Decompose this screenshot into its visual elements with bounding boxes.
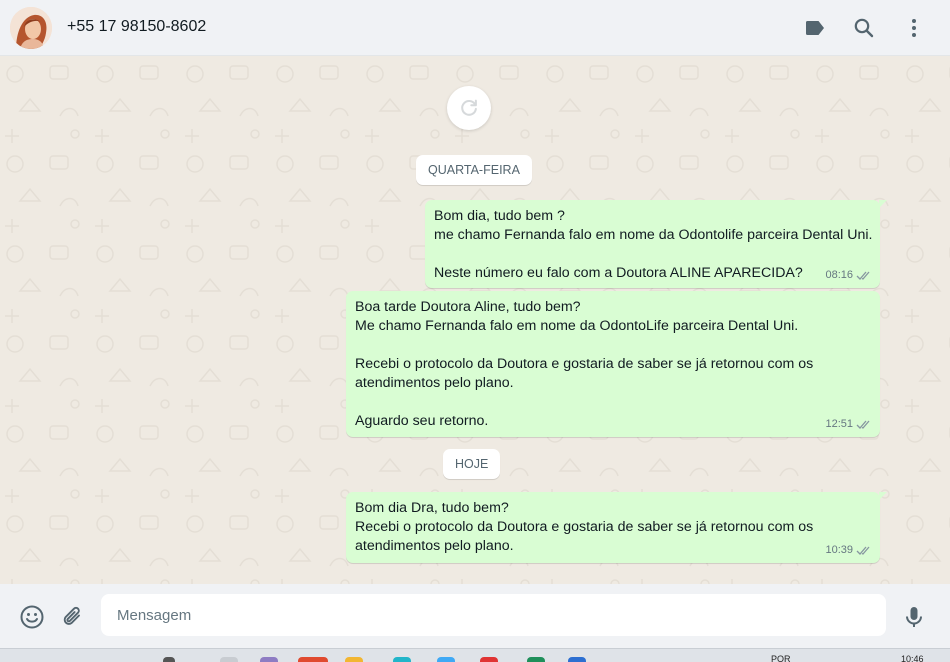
contact-name[interactable]: +55 17 98150-8602	[67, 18, 206, 36]
keyboard-language[interactable]: POR	[771, 654, 791, 662]
message-list[interactable]: QUARTA-FEIRA Bom dia, tudo bem ? me cham…	[0, 56, 950, 584]
message-text-line: me chamo Fernanda falo em nome da Odonto…	[434, 227, 873, 243]
message-time: 12:51	[825, 418, 853, 430]
outgoing-message[interactable]: Boa tarde Doutora Aline, tudo bem? Me ch…	[346, 291, 880, 437]
message-text-line: Bom dia, tudo bem ?	[434, 208, 565, 224]
message-time: 10:39	[825, 544, 853, 556]
message-text-line: Me chamo Fernanda falo em nome da Odonto…	[355, 318, 799, 334]
compose-bar	[0, 584, 950, 648]
message-text-line: Neste número eu falo com a Doutora ALINE…	[434, 265, 803, 281]
taskbar-app-icon[interactable]	[568, 657, 586, 662]
message-text-line	[355, 393, 871, 412]
taskbar-app-icon[interactable]	[260, 657, 278, 662]
double-check-icon	[856, 420, 870, 429]
outgoing-message[interactable]: Bom dia Dra, tudo bem? Recebi o protocol…	[346, 492, 887, 563]
load-older-messages-button[interactable]	[447, 86, 491, 130]
message-meta: 10:39	[825, 541, 872, 560]
taskbar-app-icon[interactable]	[393, 657, 411, 662]
date-separator: HOJE	[443, 449, 501, 479]
taskbar-folder-icon[interactable]	[345, 657, 363, 662]
message-text-line: Boa tarde Doutora Aline, tudo bem?	[355, 299, 581, 315]
taskbar-app-icon[interactable]	[298, 657, 328, 662]
taskbar-clock[interactable]: 10:46	[901, 654, 924, 662]
taskbar-app-icon[interactable]	[527, 657, 545, 662]
taskbar-app-icon[interactable]	[220, 657, 238, 662]
message-text-line	[434, 245, 871, 264]
message-text-line: Aguardo seu retorno.	[355, 413, 489, 429]
double-check-icon	[856, 271, 870, 280]
taskbar-search-icon[interactable]	[163, 657, 175, 662]
double-check-icon	[856, 546, 870, 555]
os-taskbar: POR 10:46	[0, 648, 950, 662]
label-icon[interactable]	[803, 16, 827, 40]
message-meta: 08:16	[825, 266, 872, 285]
outgoing-message[interactable]: Bom dia, tudo bem ? me chamo Fernanda fa…	[425, 200, 887, 288]
message-meta: 12:51	[825, 415, 872, 434]
message-text-line: atendimentos pelo plano.	[355, 375, 514, 391]
message-text-line: Bom dia Dra, tudo bem?	[355, 500, 509, 516]
taskbar-app-icon[interactable]	[480, 657, 498, 662]
refresh-icon	[461, 99, 477, 116]
search-icon[interactable]	[852, 16, 876, 40]
attach-icon[interactable]	[60, 604, 86, 630]
mic-icon[interactable]	[901, 604, 927, 630]
message-text-line: Recebi o protocolo da Doutora e gostaria…	[355, 519, 814, 535]
menu-dots-icon[interactable]	[902, 16, 926, 40]
emoji-icon[interactable]	[19, 604, 45, 630]
chat-header: +55 17 98150-8602	[0, 0, 950, 56]
message-text-line: atendimentos pelo plano.	[355, 538, 514, 554]
contact-avatar[interactable]	[10, 7, 52, 49]
message-text-line	[355, 336, 871, 355]
message-input[interactable]	[101, 594, 886, 636]
taskbar-app-icon[interactable]	[437, 657, 455, 662]
message-time: 08:16	[825, 269, 853, 281]
date-separator: QUARTA-FEIRA	[416, 155, 532, 185]
message-text-line: Recebi o protocolo da Doutora e gostaria…	[355, 356, 814, 372]
